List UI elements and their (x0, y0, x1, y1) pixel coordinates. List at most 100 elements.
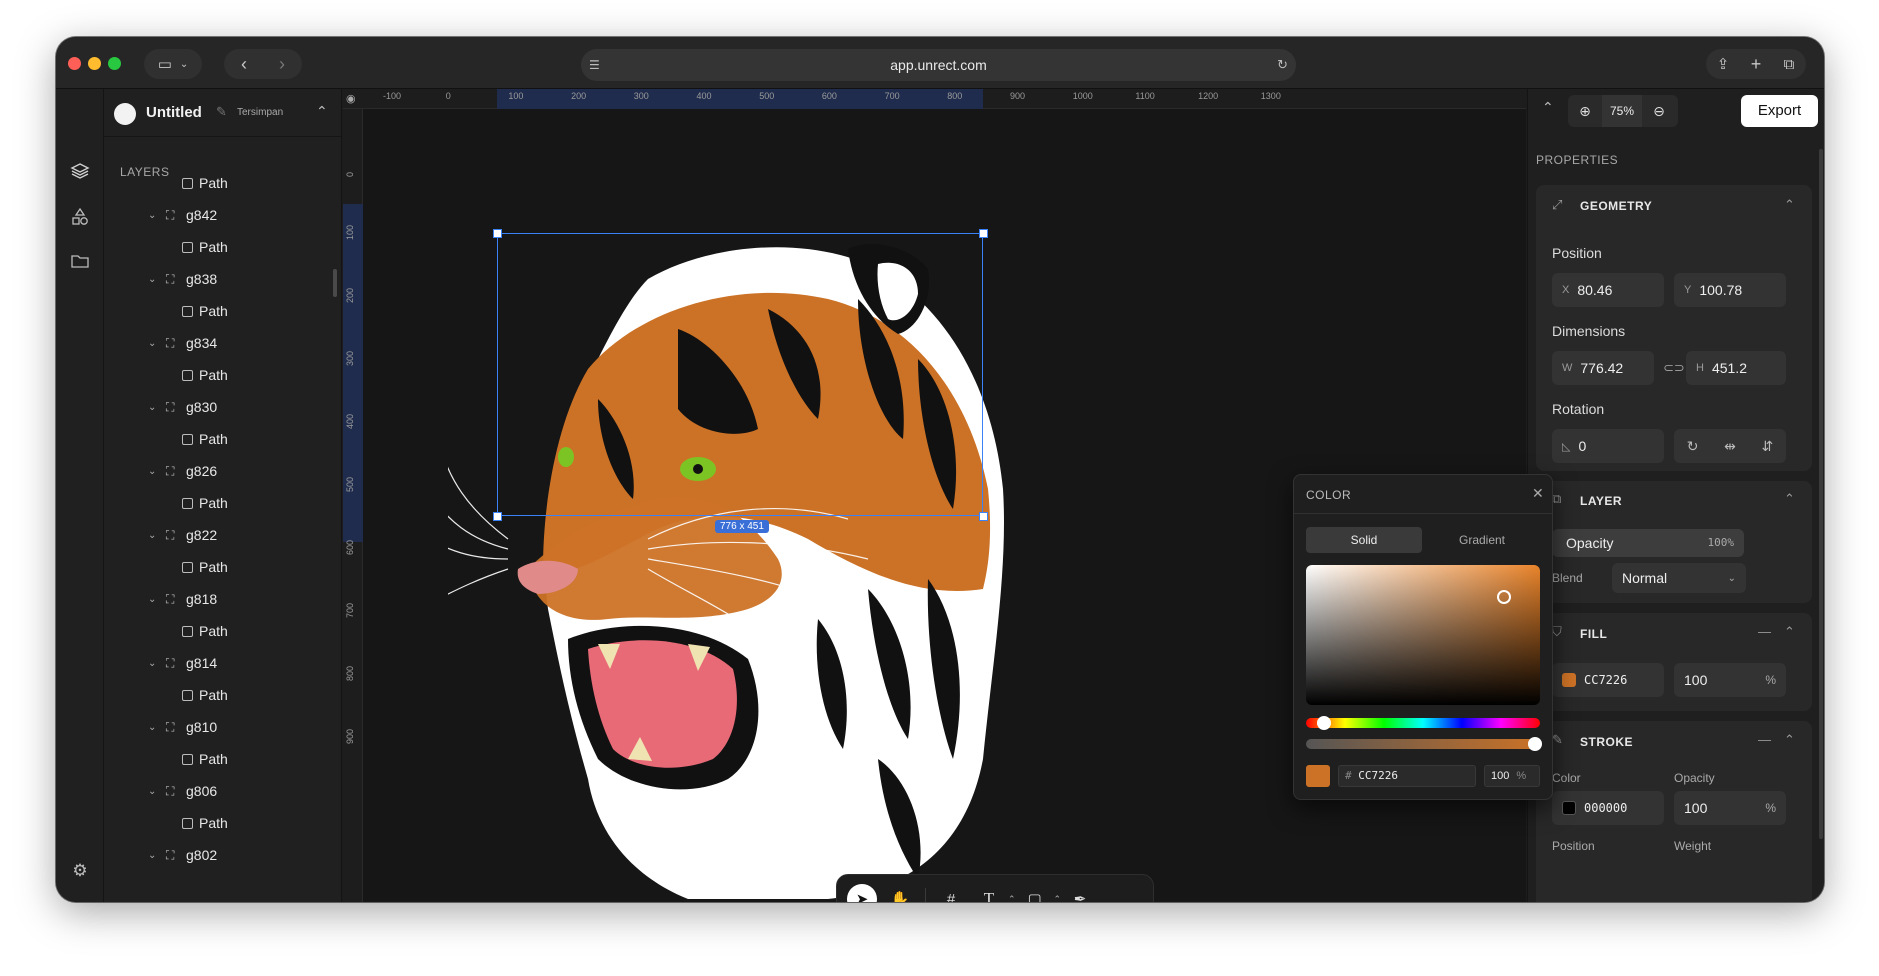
fill-color-field[interactable]: CC7226 (1552, 663, 1664, 697)
chevron-down-icon[interactable]: ⌄ (148, 594, 156, 605)
tabs-overview-icon[interactable]: ⧉ (1773, 56, 1806, 73)
layer-path-item[interactable]: Path (104, 295, 334, 327)
flip-horizontal-icon[interactable]: ⇹ (1724, 438, 1736, 455)
close-icon[interactable]: ✕ (1532, 485, 1544, 502)
path-checkbox-icon[interactable] (182, 625, 193, 637)
folder-icon[interactable] (70, 251, 90, 271)
new-tab-icon[interactable]: + (1740, 54, 1773, 75)
zoom-in-icon[interactable]: ⊕ (1568, 103, 1602, 120)
pen-tool-button[interactable]: ✒ (1065, 884, 1095, 902)
document-title[interactable]: Untitled (146, 104, 202, 121)
path-checkbox-icon[interactable] (182, 561, 193, 573)
reload-icon[interactable]: ↻ (1277, 57, 1288, 73)
close-window-button[interactable] (68, 57, 81, 70)
solid-tab[interactable]: Solid (1306, 527, 1422, 553)
resize-handle-top-right[interactable] (979, 229, 988, 238)
chevron-down-icon[interactable]: ⌄ (148, 402, 156, 413)
path-checkbox-icon[interactable] (182, 369, 193, 381)
remove-fill-icon[interactable]: — (1758, 624, 1771, 639)
collapse-chevron-icon[interactable]: ⌃ (1784, 732, 1795, 748)
layer-path-item[interactable]: Path (104, 615, 334, 647)
layer-group-item[interactable]: ⌄ ⛶ g822 (104, 519, 334, 551)
saturation-value-area[interactable] (1306, 565, 1540, 705)
chevron-up-icon[interactable]: ⌃ (1008, 894, 1016, 903)
zoom-out-icon[interactable]: ⊖ (1642, 103, 1676, 120)
chevron-down-icon[interactable]: ⌄ (148, 274, 156, 285)
opacity-slider[interactable]: Opacity 100% (1552, 529, 1744, 557)
layer-path-item[interactable]: Path (104, 231, 334, 263)
hand-tool-button[interactable]: ✋ (885, 884, 915, 902)
layers-icon[interactable] (70, 161, 90, 181)
remove-stroke-icon[interactable]: — (1758, 732, 1771, 747)
resize-handle-bottom-left[interactable] (493, 512, 502, 521)
collapse-chevron-icon[interactable]: ⌃ (1784, 197, 1795, 213)
fill-swatch[interactable] (1562, 673, 1576, 687)
layer-group-item[interactable]: ⌄ ⛶ g842 (104, 199, 334, 231)
width-field[interactable]: W 776.42 (1552, 351, 1654, 385)
chevron-down-icon[interactable]: ⌄ (148, 786, 156, 797)
chevron-down-icon[interactable]: ⌄ (148, 210, 156, 221)
layer-group-item[interactable]: ⌄ ⛶ g818 (104, 583, 334, 615)
layer-group-item[interactable]: ⌄ ⛶ g802 (104, 839, 334, 871)
forward-button[interactable]: › (263, 54, 301, 75)
position-y-field[interactable]: Y 100.78 (1674, 273, 1786, 307)
resize-handle-bottom-right[interactable] (979, 512, 988, 521)
rectangle-tool-button[interactable]: ▢ (1020, 884, 1050, 902)
layer-group-item[interactable]: ⌄ ⛶ g826 (104, 455, 334, 487)
stroke-opacity-field[interactable]: 100 % (1674, 791, 1786, 825)
blend-mode-select[interactable]: Normal ⌄ (1612, 563, 1746, 593)
layer-path-item[interactable]: Path (104, 679, 334, 711)
layer-group-item[interactable]: ⌄ ⛶ g810 (104, 711, 334, 743)
hue-slider[interactable] (1306, 718, 1540, 728)
select-tool-button[interactable]: ➤ (847, 884, 877, 902)
collapse-chevron-icon[interactable]: ⌃ (1784, 624, 1795, 640)
layer-group-item[interactable]: ⌄ ⛶ g814 (104, 647, 334, 679)
path-checkbox-icon[interactable] (182, 497, 193, 509)
path-checkbox-icon[interactable] (182, 177, 193, 189)
path-checkbox-icon[interactable] (182, 689, 193, 701)
layer-group-item[interactable]: ⌄ ⛶ g838 (104, 263, 334, 295)
path-checkbox-icon[interactable] (182, 433, 193, 445)
address-bar[interactable]: ☰ app.unrect.com ↻ (581, 49, 1296, 81)
share-icon[interactable]: ⇪ (1707, 55, 1740, 73)
rename-pencil-icon[interactable]: ✎ (216, 104, 227, 120)
hue-slider-thumb[interactable] (1317, 716, 1331, 730)
layer-path-item[interactable]: Path (104, 423, 334, 455)
panel-collapse-chevron-icon[interactable]: ⌃ (1542, 99, 1554, 116)
visibility-eye-icon[interactable]: ◉ (346, 92, 356, 105)
layer-path-item[interactable]: Path (104, 167, 334, 199)
rotate-icon[interactable]: ↻ (1687, 438, 1699, 455)
collapse-chevron-icon[interactable]: ⌃ (1784, 491, 1795, 507)
properties-scrollbar[interactable] (1819, 149, 1823, 839)
path-checkbox-icon[interactable] (182, 241, 193, 253)
stroke-color-field[interactable]: 000000 (1552, 791, 1664, 825)
alpha-slider-thumb[interactable] (1528, 737, 1542, 751)
shapes-icon[interactable] (70, 207, 90, 227)
chevron-up-icon[interactable]: ⌃ (1054, 894, 1062, 903)
zoom-level[interactable]: 75% (1602, 95, 1642, 127)
layer-path-item[interactable]: Path (104, 807, 334, 839)
color-picker-handle[interactable] (1497, 590, 1511, 604)
chevron-down-icon[interactable]: ⌄ (148, 466, 156, 477)
hex-input[interactable]: # CC7226 (1338, 765, 1476, 787)
collapse-chevron-icon[interactable]: ⌃ (316, 103, 328, 120)
rotation-field[interactable]: ◺ 0 (1552, 429, 1664, 463)
minimize-window-button[interactable] (88, 57, 101, 70)
chevron-down-icon[interactable]: ⌄ (148, 722, 156, 733)
link-proportions-icon[interactable]: ⊂⊃ (1663, 360, 1685, 376)
layer-group-item[interactable]: ⌄ ⛶ g834 (104, 327, 334, 359)
path-checkbox-icon[interactable] (182, 817, 193, 829)
export-button[interactable]: Export (1741, 95, 1818, 127)
settings-gear-icon[interactable]: ⚙ (70, 861, 90, 881)
position-x-field[interactable]: X 80.46 (1552, 273, 1664, 307)
chevron-down-icon[interactable]: ⌄ (148, 530, 156, 541)
selection-box[interactable] (497, 233, 983, 516)
alpha-input[interactable]: 100 % (1484, 765, 1540, 787)
fill-opacity-field[interactable]: 100 % (1674, 663, 1786, 697)
zoom-window-button[interactable] (108, 57, 121, 70)
chevron-down-icon[interactable]: ⌄ (148, 850, 156, 861)
text-tool-button[interactable]: T (974, 884, 1004, 902)
path-checkbox-icon[interactable] (182, 305, 193, 317)
frame-tool-button[interactable]: # (936, 884, 966, 903)
layer-group-item[interactable]: ⌄ ⛶ g830 (104, 391, 334, 423)
